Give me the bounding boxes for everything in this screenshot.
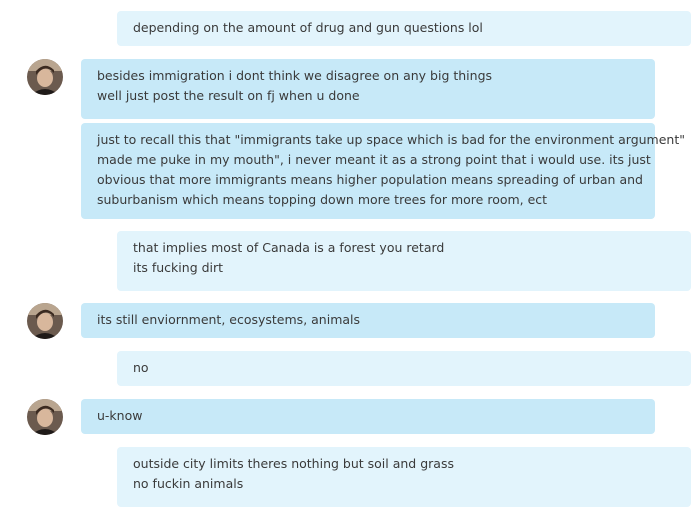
message-text: suburbanism which means topping down mor… bbox=[97, 192, 548, 207]
message-text: depending on the amount of drug and gun … bbox=[133, 20, 483, 35]
message-text: obvious that more immigrants means highe… bbox=[97, 172, 643, 187]
message-bubble-outgoing[interactable]: depending on the amount of drug and gun … bbox=[117, 11, 691, 46]
message-bubble-incoming[interactable]: just to recall this that "immigrants tak… bbox=[81, 123, 685, 219]
message-text: well just post the result on fj when u d… bbox=[97, 88, 360, 103]
message-bubble-outgoing[interactable]: outside city limits theres nothing but s… bbox=[117, 447, 691, 507]
message-bubble-incoming[interactable]: its still enviornment, ecosystems, anima… bbox=[81, 303, 655, 338]
message-text: besides immigration i dont think we disa… bbox=[97, 68, 493, 83]
message-text: its fucking dirt bbox=[133, 260, 224, 275]
message-text: that implies most of Canada is a forest … bbox=[133, 240, 445, 255]
message-text: just to recall this that "immigrants tak… bbox=[97, 132, 685, 147]
contact-avatar[interactable] bbox=[27, 399, 63, 435]
message-text: no bbox=[133, 360, 149, 375]
contact-avatar[interactable] bbox=[27, 303, 63, 339]
message-text: made me puke in my mouth", i never meant… bbox=[97, 152, 651, 167]
message-bubble-incoming[interactable]: besides immigration i dont think we disa… bbox=[81, 59, 655, 119]
message-text: no fuckin animals bbox=[133, 476, 244, 491]
message-text: outside city limits theres nothing but s… bbox=[133, 456, 454, 471]
message-text: u-know bbox=[97, 408, 143, 423]
contact-avatar[interactable] bbox=[27, 59, 63, 95]
message-text: its still enviornment, ecosystems, anima… bbox=[97, 312, 361, 327]
message-bubble-outgoing[interactable]: no bbox=[117, 351, 691, 386]
message-bubble-incoming[interactable]: u-know bbox=[81, 399, 655, 434]
message-bubble-outgoing[interactable]: that implies most of Canada is a forest … bbox=[117, 231, 691, 291]
